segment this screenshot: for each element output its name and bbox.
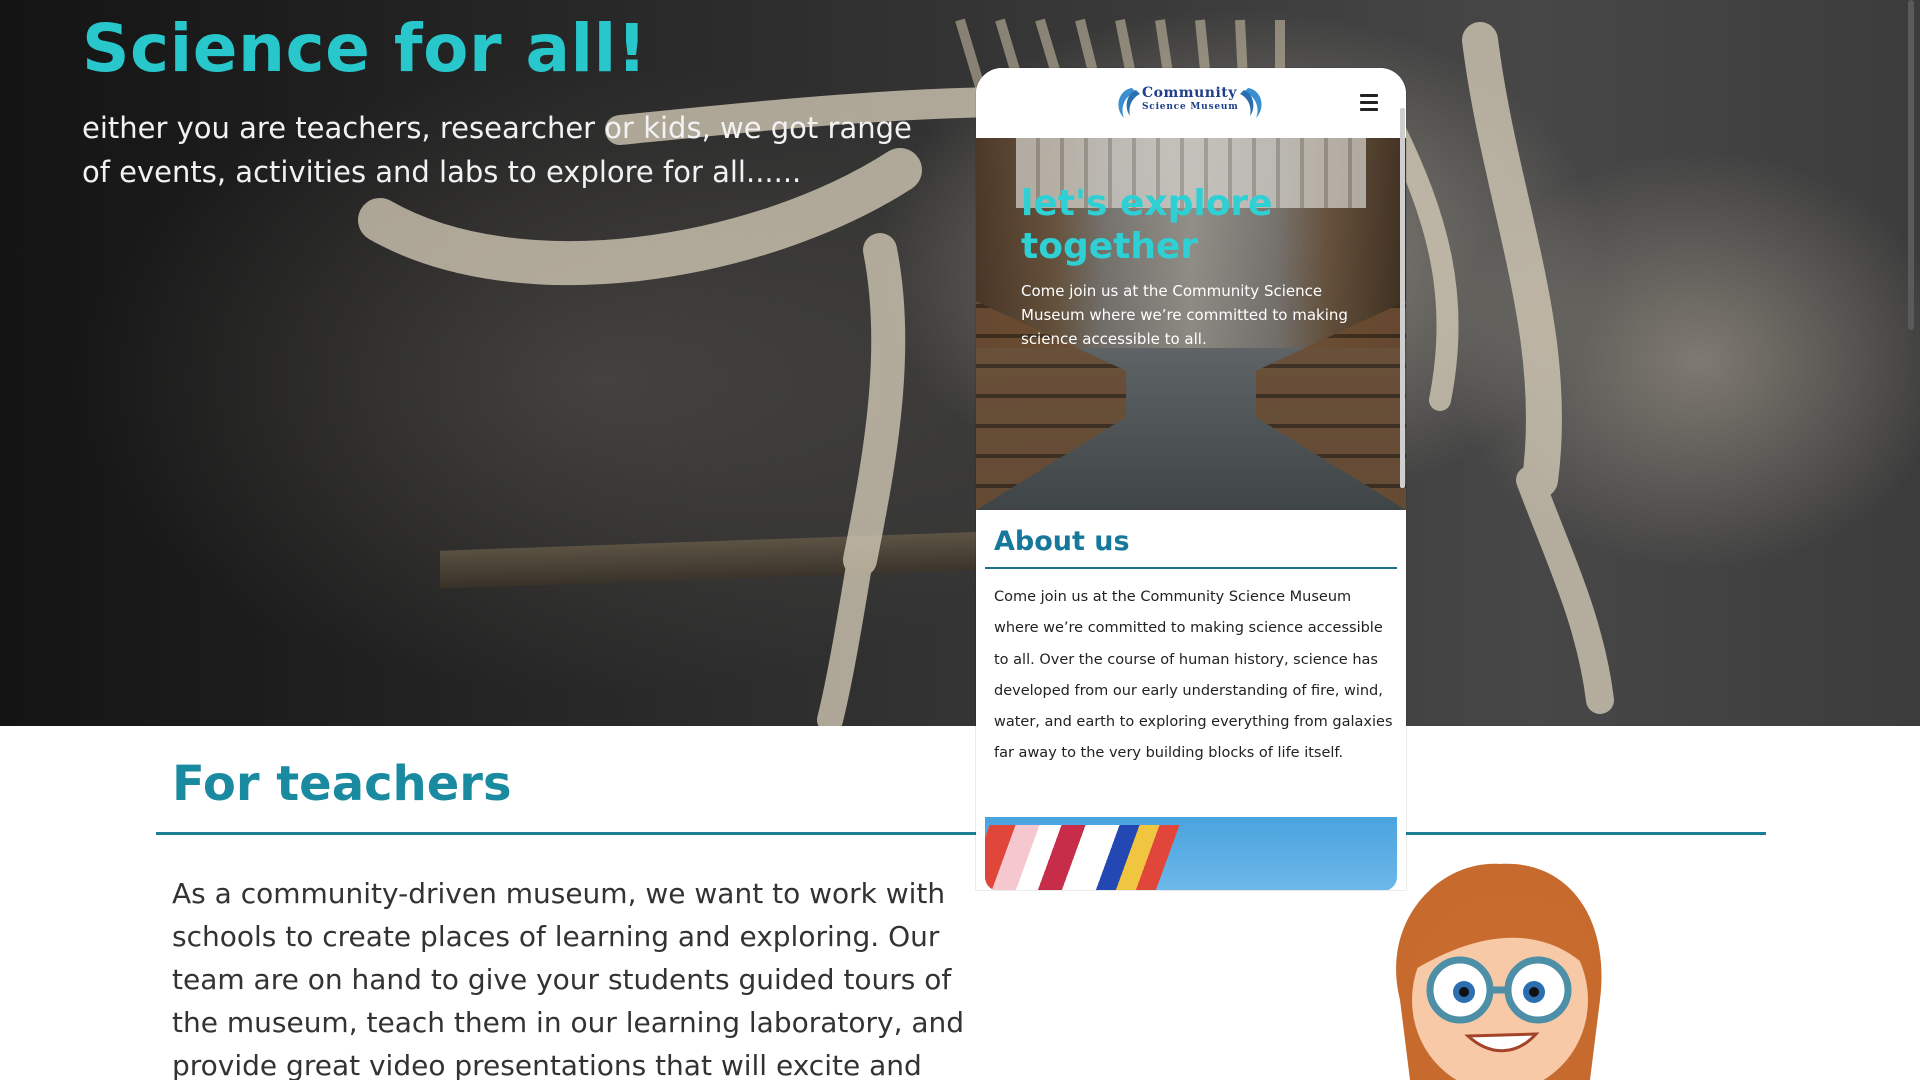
mobile-hero-text: Come join us at the Community Science Mu… (1021, 282, 1348, 348)
hamburger-menu-icon[interactable] (1360, 94, 1380, 112)
logo-text-line1: Community (1142, 85, 1237, 101)
teachers-section-text: As a community-driven museum, we want to… (172, 877, 965, 1080)
mobile-hero-title: let's explore together (1021, 183, 1273, 267)
museum-logo[interactable]: Community Science Museum (1112, 82, 1268, 126)
page-scrollbar[interactable] (1908, 0, 1914, 330)
striped-awning (985, 825, 1180, 890)
hero-description: either you are teachers, researcher or k… (82, 111, 912, 189)
hero-title: Science for all! (82, 10, 648, 87)
menu-bar (1360, 101, 1378, 104)
mobile-scrollbar[interactable] (1400, 108, 1405, 488)
page: Science for all! either you are teachers… (0, 0, 1920, 1080)
mobile-header: Community Science Museum (976, 68, 1406, 138)
about-us-divider (985, 567, 1397, 569)
cartoon-girl-illustration (1396, 863, 1602, 1080)
teachers-section-title: For teachers (172, 756, 512, 812)
menu-bar (1360, 94, 1378, 97)
about-us-title: About us (994, 526, 1130, 557)
mobile-preview-frame: Community Science Museum let's explore t… (976, 68, 1406, 890)
logo-text-line2: Science Museum (1142, 102, 1239, 112)
menu-bar (1360, 108, 1378, 111)
teachers-divider (156, 832, 1766, 835)
about-us-image (985, 817, 1397, 890)
mobile-hero-banner: let's explore together Come join us at t… (976, 138, 1406, 510)
about-us-text: Come join us at the Community Science Mu… (994, 589, 1393, 762)
